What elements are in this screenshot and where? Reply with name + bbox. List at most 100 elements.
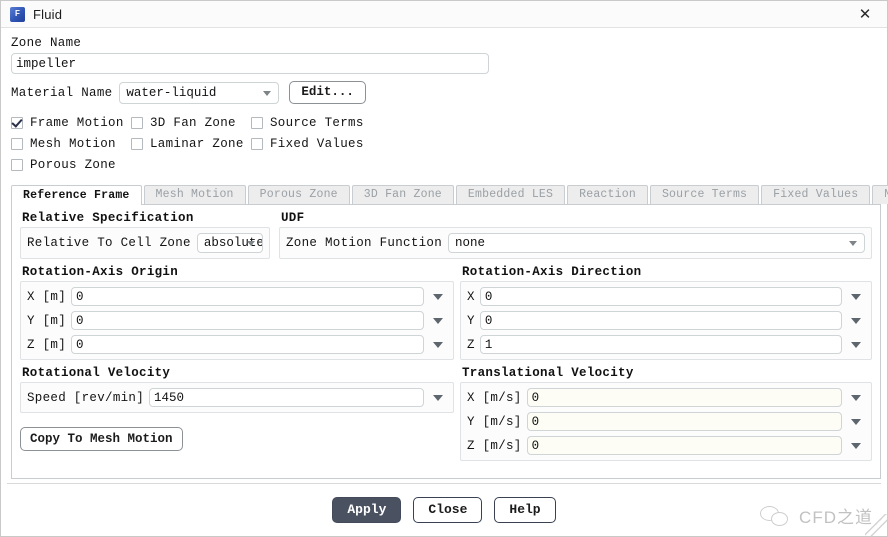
tab-mesh-motion[interactable]: Mesh Motion [143, 185, 246, 204]
dialog-footer: Apply Close Help CFD之道 [1, 484, 887, 536]
relative-specification-body: Relative To Cell Zone absolute [20, 227, 270, 259]
rotational-velocity-group: Rotational Velocity Speed [rev/min] 1450 [20, 366, 454, 413]
translational-velocity-z-label: Z [m/s] [467, 438, 522, 453]
close-button[interactable]: Close [413, 497, 483, 523]
checkbox-frame-motion-box [11, 116, 23, 129]
zone-name-input[interactable]: impeller [11, 53, 489, 74]
tab-multiphase[interactable]: Multiphase [872, 185, 888, 204]
zone-motion-function-select[interactable]: none [448, 233, 865, 253]
tab-porous-zone[interactable]: Porous Zone [247, 185, 350, 204]
checkbox-source-terms-box [251, 116, 263, 129]
copy-to-mesh-motion-button[interactable]: Copy To Mesh Motion [20, 427, 183, 451]
fluent-app-icon: F [10, 6, 25, 22]
relative-to-cell-zone-select[interactable]: absolute [196, 233, 263, 253]
chevron-down-icon[interactable] [851, 442, 861, 449]
tab-reaction[interactable]: Reaction [567, 185, 648, 204]
checkbox-frame-motion[interactable]: Frame Motion [11, 116, 131, 130]
chevron-down-icon[interactable] [433, 317, 443, 324]
rotation-axis-origin-y-row: Y [m] 0 [27, 311, 447, 330]
checkbox-frame-motion-label: Frame Motion [30, 115, 124, 130]
checkbox-mesh-motion[interactable]: Mesh Motion [11, 137, 131, 151]
material-name-label: Material Name [11, 85, 113, 100]
rotation-axis-direction-z-input[interactable]: 1 [479, 335, 842, 354]
rotation-axis-direction-heading: Rotation-Axis Direction [462, 265, 642, 279]
translational-velocity-x-label: X [m/s] [467, 390, 522, 405]
title-bar: F Fluid ✕ [1, 1, 887, 28]
checkbox-3d-fan-zone-label: 3D Fan Zone [150, 115, 236, 130]
checkbox-source-terms[interactable]: Source Terms [251, 116, 391, 130]
translational-velocity-y-label: Y [m/s] [467, 414, 522, 429]
translational-velocity-y-row: Y [m/s] 0 [467, 412, 865, 431]
resize-grip[interactable] [865, 514, 887, 536]
zone-options-row-2: Mesh Motion Laminar Zone Fixed Values [11, 133, 881, 154]
rotation-axis-origin-x-row: X [m] 0 [27, 287, 447, 306]
material-name-select[interactable]: water-liquid [119, 81, 280, 104]
checkbox-laminar-zone[interactable]: Laminar Zone [131, 137, 251, 151]
rotational-velocity-heading: Rotational Velocity [22, 366, 171, 380]
material-name-value: water-liquid [126, 85, 217, 100]
checkbox-mesh-motion-label: Mesh Motion [30, 136, 116, 151]
rotation-axis-origin-z-label: Z [m] [27, 337, 67, 352]
chevron-down-icon[interactable] [433, 341, 443, 348]
checkbox-3d-fan-zone[interactable]: 3D Fan Zone [131, 116, 251, 130]
rotation-axis-origin-z-input[interactable]: 0 [71, 335, 424, 354]
rotation-axis-origin-x-label: X [m] [27, 289, 67, 304]
rotation-axis-direction-x-label: X [467, 289, 475, 304]
translational-velocity-heading: Translational Velocity [462, 366, 634, 380]
wechat-icon [760, 505, 792, 527]
chevron-down-icon[interactable] [851, 341, 861, 348]
translational-velocity-body: X [m/s] 0 Y [m/s] 0 Z [m/s] 0 [460, 382, 872, 461]
wechat-bubble-small [771, 511, 789, 526]
apply-button[interactable]: Apply [332, 497, 402, 523]
close-icon[interactable]: ✕ [843, 1, 887, 26]
help-button[interactable]: Help [494, 497, 556, 523]
checkbox-laminar-zone-box [131, 137, 143, 150]
rotation-axis-direction-body: X 0 Y 0 Z 1 [460, 281, 872, 360]
relative-to-cell-zone-label: Relative To Cell Zone [27, 236, 191, 250]
chevron-down-icon[interactable] [433, 394, 443, 401]
checkbox-porous-zone-box [11, 158, 23, 171]
rotation-axis-direction-y-input[interactable]: 0 [479, 311, 842, 330]
speed-input[interactable]: 1450 [149, 388, 424, 407]
relative-specification-group: Relative Specification Relative To Cell … [20, 211, 270, 259]
translational-velocity-y-input[interactable]: 0 [526, 412, 842, 431]
chevron-down-icon[interactable] [433, 293, 443, 300]
chevron-down-icon[interactable] [851, 394, 861, 401]
checkbox-porous-zone-label: Porous Zone [30, 157, 116, 172]
checkbox-porous-zone[interactable]: Porous Zone [11, 158, 131, 172]
zone-motion-function-label: Zone Motion Function [286, 236, 443, 250]
chevron-down-icon[interactable] [851, 418, 861, 425]
tab-source-terms[interactable]: Source Terms [649, 185, 760, 204]
material-row: Material Name water-liquid Edit... [11, 81, 881, 104]
rotation-axis-direction-z-row: Z 1 [467, 335, 865, 354]
tab-embedded-les[interactable]: Embedded LES [455, 185, 566, 204]
reference-frame-panel: Relative Specification Relative To Cell … [11, 205, 881, 479]
tab-3d-fan-zone[interactable]: 3D Fan Zone [351, 185, 454, 204]
checkbox-mesh-motion-box [11, 137, 23, 150]
checkbox-fixed-values[interactable]: Fixed Values [251, 137, 391, 151]
udf-group: UDF Zone Motion Function none [279, 211, 872, 259]
checkbox-3d-fan-zone-box [131, 116, 143, 129]
translational-velocity-z-input[interactable]: 0 [526, 436, 842, 455]
tab-fixed-values[interactable]: Fixed Values [761, 185, 871, 204]
chevron-down-icon [247, 241, 255, 246]
zone-options-row-1: Frame Motion 3D Fan Zone Source Terms [11, 112, 881, 133]
rotation-axis-origin-group: Rotation-Axis Origin X [m] 0 Y [m] 0 Z [… [20, 265, 454, 360]
rotational-velocity-speed-row: Speed [rev/min] 1450 [27, 388, 447, 407]
rotation-axis-origin-y-input[interactable]: 0 [71, 311, 424, 330]
checkbox-source-terms-label: Source Terms [270, 115, 364, 130]
chevron-down-icon[interactable] [851, 317, 861, 324]
rotation-axis-origin-heading: Rotation-Axis Origin [22, 265, 179, 279]
rotation-axis-direction-x-row: X 0 [467, 287, 865, 306]
rotation-axis-origin-body: X [m] 0 Y [m] 0 Z [m] 0 [20, 281, 454, 360]
chevron-down-icon[interactable] [851, 293, 861, 300]
translational-velocity-x-input[interactable]: 0 [526, 388, 842, 407]
rotation-axis-origin-x-input[interactable]: 0 [71, 287, 424, 306]
rotation-axis-direction-x-input[interactable]: 0 [479, 287, 842, 306]
relative-specification-heading: Relative Specification [22, 211, 194, 225]
tab-strip: Reference Frame Mesh Motion Porous Zone … [11, 184, 888, 205]
tab-reference-frame[interactable]: Reference Frame [11, 185, 142, 205]
edit-material-button[interactable]: Edit... [289, 81, 366, 104]
app-icon-letter: F [15, 9, 20, 18]
translational-velocity-x-row: X [m/s] 0 [467, 388, 865, 407]
